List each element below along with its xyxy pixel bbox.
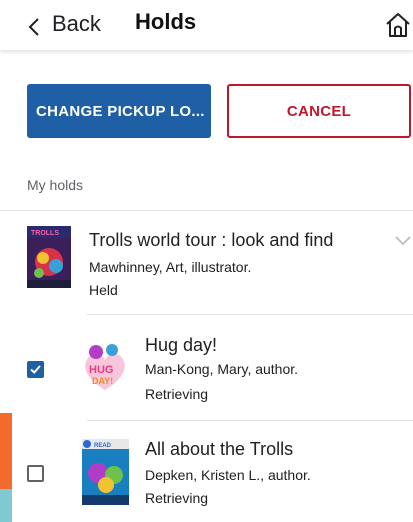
chevron-down-icon[interactable] bbox=[394, 233, 412, 246]
back-label: Back bbox=[52, 11, 101, 36]
hold-title: Trolls world tour : look and find bbox=[89, 230, 334, 250]
hold-title: Hug day! bbox=[145, 335, 218, 355]
chevron-left-icon bbox=[28, 16, 40, 36]
book-cover: HUG DAY! bbox=[80, 340, 130, 395]
book-cover: READ bbox=[82, 439, 129, 505]
svg-text:HUG: HUG bbox=[89, 364, 113, 376]
book-cover: TROLLS bbox=[27, 226, 71, 288]
hold-author: Mawhinney, Art, illustrator. bbox=[89, 259, 252, 275]
svg-text:TROLLS: TROLLS bbox=[31, 230, 59, 237]
select-checkbox[interactable] bbox=[27, 465, 44, 482]
hold-item[interactable]: READ All about the Trolls Depken, Kriste… bbox=[0, 421, 413, 522]
cancel-button[interactable]: CANCEL bbox=[227, 84, 411, 138]
select-checkbox[interactable] bbox=[27, 361, 44, 378]
change-pickup-location-button[interactable]: CHANGE PICKUP LO... bbox=[27, 84, 211, 138]
hold-author: Depken, Kristen L., author. bbox=[145, 467, 311, 483]
page-title: Holds bbox=[135, 9, 197, 34]
hold-status: Retrieving bbox=[145, 386, 209, 402]
top-app-bar: Back Holds bbox=[0, 0, 413, 50]
svg-text:DAY!: DAY! bbox=[92, 376, 113, 386]
edge-strip bbox=[0, 413, 12, 489]
hold-title: All about the Trolls bbox=[145, 439, 294, 459]
back-button[interactable]: Back bbox=[28, 10, 101, 38]
edge-strip bbox=[0, 489, 12, 522]
home-icon[interactable] bbox=[383, 10, 413, 40]
hold-status: Retrieving bbox=[145, 490, 209, 506]
hold-status: Held bbox=[89, 282, 118, 298]
hold-item[interactable]: HUG DAY! Hug day! Man-Kong, Mary, author… bbox=[0, 315, 413, 419]
section-heading: My holds bbox=[27, 177, 84, 193]
svg-text:READ: READ bbox=[94, 443, 112, 449]
hold-item[interactable]: TROLLS Trolls world tour : look and find… bbox=[0, 211, 413, 314]
hold-author: Man-Kong, Mary, author. bbox=[145, 361, 299, 377]
